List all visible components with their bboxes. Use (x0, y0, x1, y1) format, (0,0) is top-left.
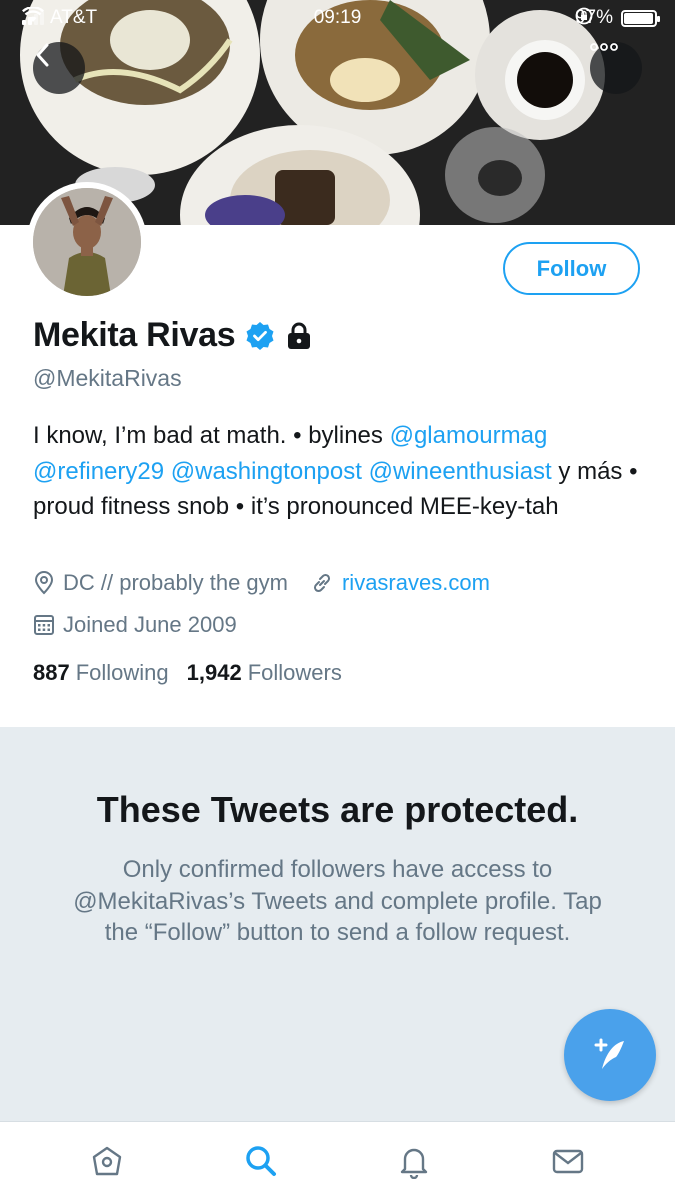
bio-mention-link[interactable]: @washingtonpost (171, 458, 362, 485)
verified-badge-icon (246, 321, 274, 350)
tab-messages[interactable] (528, 1131, 608, 1191)
follow-button[interactable]: Follow (503, 242, 640, 295)
orientation-lock-icon (575, 7, 593, 25)
followers-count: 1,942 (186, 660, 242, 685)
following-stat[interactable]: 887 Following (33, 660, 169, 686)
display-name: Mekita Rivas (33, 316, 236, 354)
more-dots-icon (590, 43, 618, 51)
tab-home[interactable] (67, 1131, 147, 1191)
tab-notifications[interactable] (374, 1131, 454, 1191)
bio-mention-link[interactable]: @wineenthusiast (369, 458, 552, 485)
profile-bio: I know, I’m bad at math. • bylines @glam… (33, 418, 643, 525)
profile-website-link[interactable]: rivasraves.com (342, 570, 490, 596)
notifications-icon (401, 1148, 428, 1179)
avatar-image (33, 188, 141, 296)
bio-text (362, 458, 369, 485)
profile-name-row: Mekita Rivas (33, 316, 313, 355)
bio-mention-link[interactable]: @glamourmag (390, 422, 548, 449)
protected-message: Only confirmed followers have access to … (73, 856, 602, 946)
link-icon (313, 573, 331, 593)
messages-icon (552, 1149, 584, 1174)
search-icon (245, 1146, 276, 1176)
chevron-left-icon (36, 43, 49, 67)
profile-meta-joined-row: Joined June 2009 (33, 612, 237, 638)
compose-feather-icon (594, 1038, 624, 1069)
follow-stats: 887 Following 1,942 Followers (33, 660, 342, 686)
profile-location: DC // probably the gym (63, 570, 288, 595)
following-count: 887 (33, 660, 70, 685)
profile-website-group[interactable]: rivasraves.com (310, 570, 490, 596)
home-icon (92, 1146, 122, 1176)
battery-icon (621, 9, 660, 27)
followers-stat[interactable]: 1,942 Followers (187, 660, 342, 686)
calendar-icon (34, 615, 54, 635)
bottom-tab-bar (0, 1121, 675, 1200)
tab-search[interactable] (221, 1131, 301, 1191)
battery-fill (624, 12, 654, 24)
protected-title: These Tweets are protected. (96, 789, 579, 830)
avatar[interactable] (27, 182, 147, 302)
status-right: 97% (575, 7, 660, 29)
status-bar: AT&T 09:19 97% (0, 0, 675, 36)
followers-label: Followers (247, 660, 342, 685)
profile-handle: @MekitaRivas (33, 365, 182, 391)
bio-text (164, 458, 171, 485)
profile-meta-location-row: DC // probably the gym rivasraves.com (33, 570, 490, 596)
avatar-photo (33, 188, 141, 296)
lock-icon (288, 322, 311, 349)
status-time: 09:19 (313, 7, 362, 28)
bio-text: I know, I’m bad at math. • bylines (33, 422, 390, 449)
following-label: Following (75, 660, 169, 685)
more-options-button[interactable] (590, 42, 642, 94)
back-button[interactable] (33, 42, 85, 94)
compose-tweet-button[interactable] (564, 1009, 656, 1101)
bio-mention-link[interactable]: @refinery29 (33, 458, 164, 485)
profile-joined-date: Joined June 2009 (63, 612, 237, 637)
location-pin-icon (34, 571, 54, 595)
